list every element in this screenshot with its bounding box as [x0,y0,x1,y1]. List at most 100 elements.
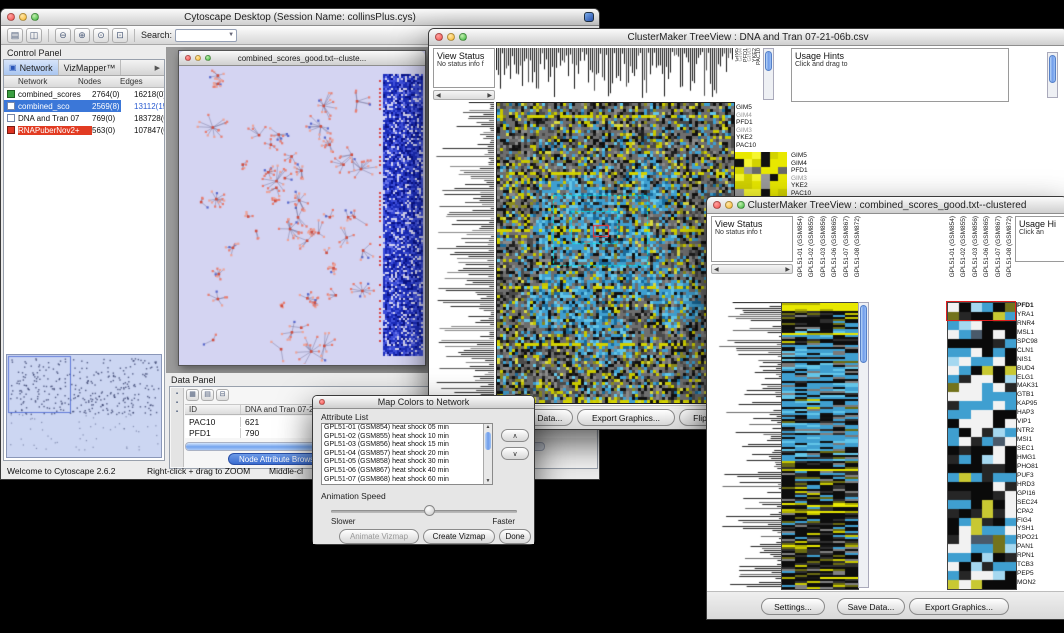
attribute-list-vscrollbar[interactable]: ▲ ▼ [483,424,492,484]
network-row[interactable]: combined_sco 2569(8) 13112(15) [4,100,164,112]
search-input[interactable]: ▼ [175,29,237,42]
zoom-selected-icon[interactable]: ⊙ [93,28,109,43]
gene-label[interactable]: GIM4 [791,160,841,168]
column-label[interactable]: GPL51-03 (GSM856) [970,216,981,277]
select-attributes-icon[interactable]: ▦ [186,389,199,401]
gene-label[interactable]: YKE2 [791,182,841,190]
attribute-matrix-icon[interactable]: ▤ [201,389,214,401]
gene-label[interactable]: PUF3 [1017,472,1064,481]
panel-dock-icon[interactable]: ▪ [176,391,178,397]
zoom-window-button[interactable] [205,55,211,61]
birdseye-canvas[interactable] [7,355,161,455]
attribute-item[interactable]: GPL51-07 (GSM868) heat shock 60 min [322,476,492,485]
gene-label[interactable]: HAP3 [1017,409,1064,418]
zoom-window-button[interactable] [459,33,467,41]
gene-label[interactable]: SEC1 [1017,445,1064,454]
minimize-button[interactable] [195,55,201,61]
gene-label[interactable]: PEP5 [1017,570,1064,579]
treeview-button[interactable]: Save Data... [837,598,905,615]
gene-label[interactable]: PHO81 [1017,463,1064,472]
tab-network[interactable]: ▣ Network [4,60,59,75]
attribute-item[interactable]: GPL51-04 (GSM857) heat shock 20 min [322,450,492,459]
panel-hide-icon[interactable]: ▪ [176,409,178,415]
row-dendrogram-canvas[interactable] [433,102,494,402]
zoom-heatmap-canvas[interactable] [947,302,1017,590]
panel-float-icon[interactable]: ▪ [176,400,178,406]
close-button[interactable] [7,13,15,21]
gene-label[interactable]: KAP95 [1017,400,1064,409]
gene-label[interactable]: CLN1 [1017,347,1064,356]
gene-label[interactable]: YRA1 [1017,311,1064,320]
dendrogram-hscrollbar[interactable]: ◀ ▶ [711,264,793,274]
move-down-button[interactable]: ∨ [501,447,529,460]
close-button[interactable] [435,33,443,41]
gene-label[interactable]: YKE2 [736,134,786,142]
global-heatmap-canvas[interactable] [496,102,735,404]
column-label[interactable]: GPL51-06 (GSM865) [981,216,992,277]
gene-label[interactable]: GIM5 [736,104,786,112]
gene-label[interactable]: TCB3 [1017,561,1064,570]
column-label[interactable]: GPL51-06 (GSM865) [829,216,840,277]
scrollbar-thumb[interactable] [860,305,867,363]
treeview-button[interactable]: Export Graphics... [909,598,1009,615]
close-button[interactable] [319,399,325,405]
column-label[interactable]: GPL51-02 (GSM855) [958,216,969,277]
dialog-button[interactable]: Done [499,529,531,544]
network-view-window[interactable]: combined_scores_good.txt--cluste... [178,50,426,366]
gene-label[interactable]: GPI16 [1017,490,1064,499]
heatmap-vscrollbar[interactable] [858,302,869,588]
attribute-item[interactable]: GPL51-01 (GSM854) heat shock 05 min [322,424,492,433]
gene-label[interactable]: NTR2 [1017,427,1064,436]
gene-label[interactable]: MON2 [1017,579,1064,588]
animation-speed-slider[interactable] [331,510,517,513]
zoom-in-icon[interactable]: ⊕ [74,28,90,43]
minimize-button[interactable] [447,33,455,41]
network-row[interactable]: combined_scores 2764(0) 16218(0) [4,88,164,100]
column-label[interactable]: GPL51-07 (GSM867) [841,216,852,277]
treeview-button[interactable]: Export Graphics... [577,409,675,426]
gene-label[interactable]: GIM3 [736,127,786,135]
gene-label[interactable]: GIM4 [736,112,786,120]
gene-label[interactable]: HMG1 [1017,454,1064,463]
tab-vizmapper[interactable]: VizMapper™ [59,60,122,75]
gene-label[interactable]: PFD1 [1017,302,1064,311]
gene-label[interactable]: GTB1 [1017,391,1064,400]
zoom-window-button[interactable] [737,201,745,209]
dialog-titlebar[interactable]: Map Colors to Network [313,396,534,409]
scrollbar-thumb[interactable] [765,51,772,71]
birdseye-view[interactable] [6,354,162,458]
gene-label[interactable]: RNR4 [1017,320,1064,329]
scroll-left-icon[interactable]: ◀ [714,266,719,273]
network-canvas[interactable] [179,66,425,364]
gene-label[interactable]: MSI1 [1017,436,1064,445]
delete-attribute-icon[interactable]: ⊟ [216,389,229,401]
zoom-vscrollbar[interactable] [763,48,774,100]
attribute-item[interactable]: GPL51-03 (GSM856) heat shock 15 min [322,441,492,450]
scroll-right-icon[interactable]: ▶ [487,92,492,99]
network-row[interactable]: DNA and Tran 07 769(0) 183728(0) [4,112,164,124]
column-dendrogram-canvas[interactable] [496,48,733,100]
network-view-titlebar[interactable]: combined_scores_good.txt--cluste... [179,51,425,66]
gene-label[interactable]: FIG4 [1017,517,1064,526]
gene-label[interactable]: CPA2 [1017,508,1064,517]
scrollbar-thumb[interactable] [485,432,491,450]
column-label[interactable]: GPL51-08 (GSM872) [852,216,863,277]
gene-label[interactable]: NIS1 [1017,356,1064,365]
slider-thumb[interactable] [424,505,435,516]
gene-label[interactable]: SEC24 [1017,499,1064,508]
treeview-button[interactable]: Settings... [761,598,825,615]
dialog-button[interactable]: Create Vizmap [423,529,495,544]
column-label[interactable]: GPL51-07 (GSM867) [993,216,1004,277]
close-button[interactable] [713,201,721,209]
attribute-item[interactable]: GPL51-05 (GSM858) heat shock 30 min [322,458,492,467]
treeview-combined-titlebar[interactable]: ClusterMaker TreeView : combined_scores_… [707,197,1064,214]
attribute-item[interactable]: GPL51-02 (GSM855) heat shock 10 min [322,433,492,442]
tab-overflow-icon[interactable]: ▶ [151,60,164,75]
minimize-button[interactable] [19,13,27,21]
gene-list-vscrollbar[interactable] [1047,52,1058,98]
gene-label[interactable]: PFD1 [736,119,786,127]
dendrogram-hscrollbar[interactable]: ◀ ▶ [433,90,495,100]
scroll-down-icon[interactable]: ▼ [484,478,492,484]
move-up-button[interactable]: ∧ [501,429,529,442]
global-heatmap-canvas[interactable] [781,302,859,590]
